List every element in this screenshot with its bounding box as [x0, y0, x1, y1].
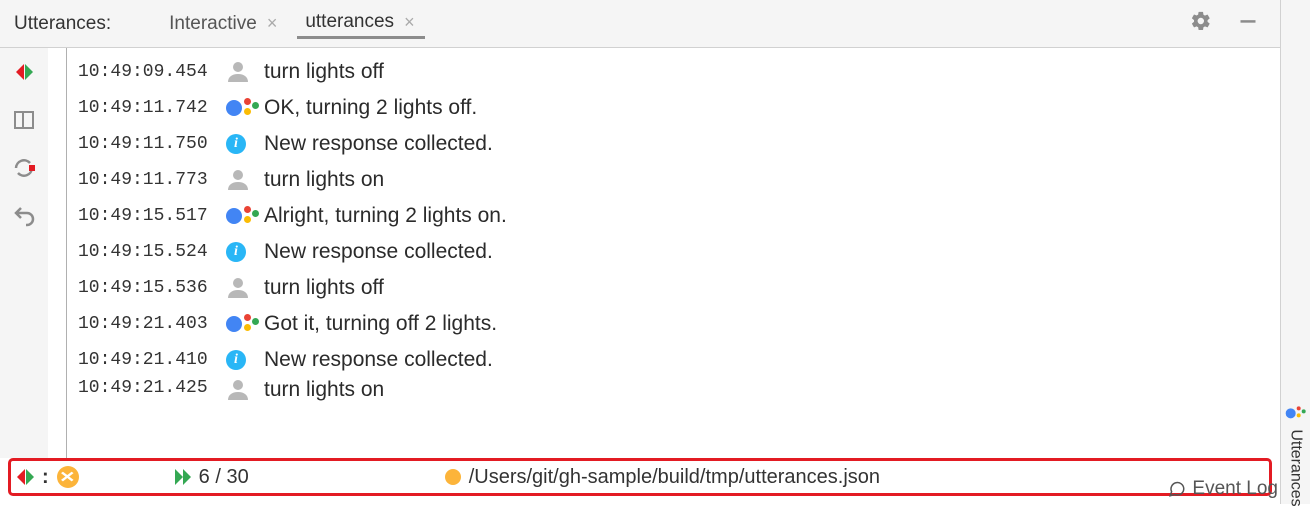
assistant-icon	[1286, 406, 1306, 420]
log-row: 10:49:09.454 turn lights off	[58, 54, 1270, 90]
event-log-label: Event Log	[1192, 478, 1278, 500]
layout-icon[interactable]	[10, 106, 38, 134]
log-message: turn lights off	[264, 276, 384, 300]
progress-count: 6 / 30	[199, 466, 249, 489]
log-row: 10:49:11.750 i New response collected.	[58, 126, 1270, 162]
timestamp: 10:49:21.403	[78, 314, 226, 334]
status-bar: : ✕ 6 / 30 /Users/git/gh-sample/build/tm…	[8, 458, 1272, 496]
close-icon[interactable]: ×	[265, 13, 280, 34]
user-icon	[226, 276, 264, 300]
tab-label: Interactive	[169, 13, 257, 35]
tab-interactive[interactable]: Interactive ×	[161, 8, 287, 39]
status-dot-icon	[445, 469, 461, 485]
event-log-button[interactable]: Event Log	[1168, 478, 1278, 500]
log-row: 10:49:21.425 turn lights on	[58, 378, 1270, 408]
timestamp: 10:49:11.750	[78, 134, 226, 154]
user-icon	[226, 378, 264, 402]
side-tab-label: Utterances	[1287, 429, 1305, 506]
log-message: OK, turning 2 lights off.	[264, 96, 477, 120]
log-message: New response collected.	[264, 240, 493, 264]
timestamp: 10:49:15.524	[78, 242, 226, 262]
utterances-side-tab[interactable]: Utterances	[1287, 403, 1305, 506]
log-row: 10:49:15.536 turn lights off	[58, 270, 1270, 306]
gear-icon[interactable]	[1182, 10, 1220, 38]
file-path: /Users/git/gh-sample/build/tmp/utterance…	[469, 466, 880, 489]
timestamp: 10:49:09.454	[78, 62, 226, 82]
log-row: 10:49:15.517 Alright, turning 2 lights o…	[58, 198, 1270, 234]
tool-sidebar	[0, 48, 48, 458]
tab-utterances[interactable]: utterances ×	[297, 8, 424, 39]
assistant-icon	[226, 204, 264, 228]
user-icon	[226, 168, 264, 192]
timestamp: 10:49:15.517	[78, 206, 226, 226]
step-prev-next-icon[interactable]	[17, 469, 34, 485]
close-icon[interactable]: ×	[402, 12, 417, 33]
log-row: 10:49:11.773 turn lights on	[58, 162, 1270, 198]
log-row: 10:49:21.403 Got it, turning off 2 light…	[58, 306, 1270, 342]
log-row: 10:49:11.742 OK, turning 2 lights off.	[58, 90, 1270, 126]
speech-bubble-icon	[1168, 480, 1186, 498]
log-row: 10:49:15.524 i New response collected.	[58, 234, 1270, 270]
right-sidebar: Utterances	[1280, 0, 1310, 504]
step-prev-next-icon[interactable]	[10, 58, 38, 86]
tab-label: utterances	[305, 11, 394, 33]
log-message: turn lights on	[264, 168, 384, 192]
log-message: turn lights on	[264, 378, 384, 402]
log-message: Alright, turning 2 lights on.	[264, 204, 507, 228]
timestamp: 10:49:15.536	[78, 278, 226, 298]
refresh-icon[interactable]	[10, 154, 38, 182]
minimize-icon[interactable]	[1230, 11, 1266, 37]
assistant-icon	[226, 96, 264, 120]
timestamp: 10:49:21.410	[78, 350, 226, 370]
log-console[interactable]: 10:49:09.454 turn lights off 10:49:11.74…	[48, 48, 1280, 458]
log-message: Got it, turning off 2 lights.	[264, 312, 497, 336]
info-icon: i	[226, 134, 264, 154]
log-message: New response collected.	[264, 348, 493, 372]
panel-title: Utterances:	[14, 13, 111, 35]
status-error-icon[interactable]: ✕	[57, 466, 79, 488]
log-row: 10:49:21.410 i New response collected.	[58, 342, 1270, 378]
assistant-icon	[226, 312, 264, 336]
timestamp: 10:49:11.773	[78, 170, 226, 190]
fast-forward-icon[interactable]	[175, 469, 191, 485]
info-icon: i	[226, 242, 264, 262]
user-icon	[226, 60, 264, 84]
info-icon: i	[226, 350, 264, 370]
undo-icon[interactable]	[10, 202, 38, 230]
log-message: New response collected.	[264, 132, 493, 156]
log-message: turn lights off	[264, 60, 384, 84]
status-separator: :	[42, 466, 49, 489]
panel-header: Utterances: Interactive × utterances ×	[0, 0, 1280, 48]
timestamp: 10:49:21.425	[78, 378, 226, 398]
timestamp: 10:49:11.742	[78, 98, 226, 118]
